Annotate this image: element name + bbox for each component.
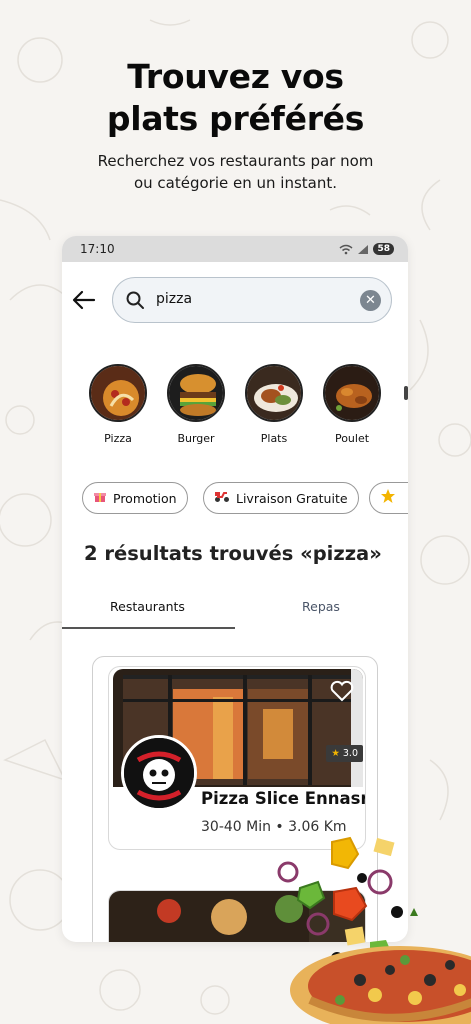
hero-subtitle-line-1: Recherchez vos restaurants par nom [97,152,374,170]
chip-label-promotion: Promotion [113,490,177,506]
hero-subtitle-line-2: ou catégorie en un instant. [133,174,338,192]
pizza [290,946,471,1024]
rating-badge: ★ 3.0 [326,745,363,762]
hero-title-line-2: plats préférés [106,99,365,138]
category-burger[interactable]: Burger [164,364,228,445]
restaurant-card[interactable]: ★ 3.0 Pizza Slice Ennasr 30-40 Min • 3.0… [108,666,366,850]
search-query-text: pizza [156,291,193,307]
rating-star-icon: ★ [331,748,340,759]
status-icons: 58 [339,243,394,255]
rating-value: 3.0 [342,748,358,759]
category-pizza[interactable]: Pizza [86,364,150,445]
category-label-poulet: Poulet [334,432,370,445]
search-row: pizza ✕ [62,276,408,326]
category-image-poulet [323,364,381,422]
gift-icon [93,489,107,507]
category-image-pizza [89,364,147,422]
category-image-burger [167,364,225,422]
pizza-illustration [277,836,471,1024]
clear-search-button[interactable]: ✕ [360,290,381,311]
results-tabs: Restaurants Repas [62,588,408,630]
category-poulet[interactable]: Poulet [320,364,384,445]
chip-favorites[interactable] [369,482,408,514]
star-icon [380,488,396,508]
category-image-plats [245,364,303,422]
category-list: Pizza Burger Plats Poulet [86,364,408,454]
tab-repas[interactable]: Repas [302,599,340,614]
signal-icon [358,244,369,254]
hero-subtitle: Recherchez vos restaurants par nom ou ca… [0,150,471,194]
category-label-pizza: Pizza [104,432,132,445]
status-time: 17:10 [80,242,115,256]
battery-indicator: 58 [373,243,394,255]
restaurant-logo [121,735,197,811]
flying-ingredients [277,836,418,964]
search-icon [126,291,144,309]
hero-title-line-1: Trouvez vos [127,57,344,96]
category-label-plats: Plats [260,432,288,445]
back-arrow-icon[interactable] [70,286,98,314]
status-bar: 17:10 58 [62,236,408,262]
favorite-heart-icon[interactable] [329,679,355,703]
search-input[interactable]: pizza ✕ [112,277,392,323]
category-label-burger: Burger [177,432,215,445]
tab-restaurants[interactable]: Restaurants [110,599,185,614]
wifi-icon [339,244,353,254]
chip-label-livraison: Livraison Gratuite [236,490,348,506]
filter-chips: Promotion Livraison Gratuite [82,482,408,516]
results-title: 2 résultats trouvés «pizza» [84,542,382,565]
chip-promotion[interactable]: Promotion [82,482,188,514]
restaurant-name: Pizza Slice Ennasr [201,789,366,808]
category-plats[interactable]: Plats [242,364,306,445]
chip-livraison-gratuite[interactable]: Livraison Gratuite [203,482,359,514]
hero-title: Trouvez vos plats préférés [0,56,471,140]
active-tab-indicator [62,627,235,629]
scooter-icon [214,489,230,507]
category-next-partial [404,386,408,400]
